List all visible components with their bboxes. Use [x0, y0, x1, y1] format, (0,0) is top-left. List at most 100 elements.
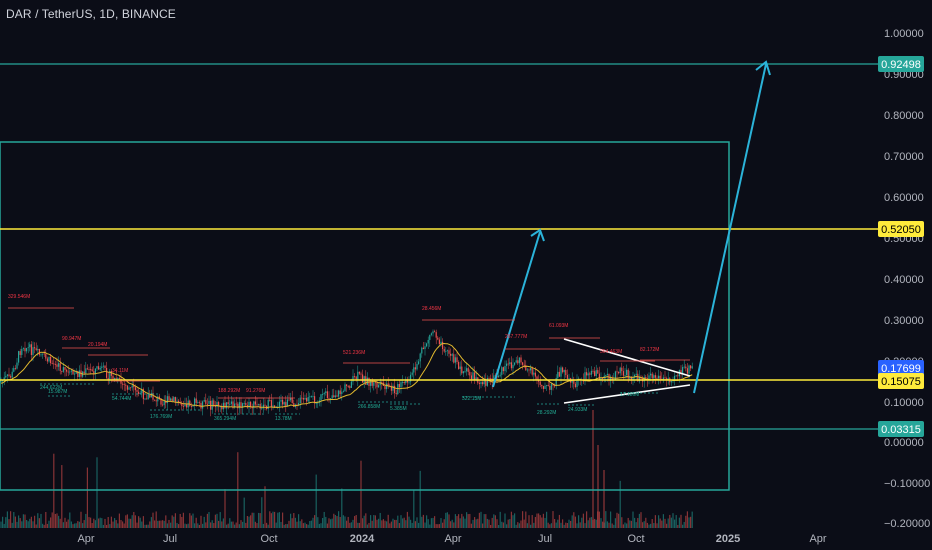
candle-body [331, 395, 333, 399]
volume-bar [310, 520, 312, 528]
candle-body [90, 369, 92, 371]
volume-bar [630, 520, 632, 528]
volume-bar [611, 523, 613, 528]
volume-bar [232, 521, 234, 528]
candle-body [653, 375, 655, 379]
annotation-label: 34.11M [112, 368, 128, 374]
candle-body [469, 371, 471, 376]
candle-body [566, 375, 568, 379]
candle-body [480, 382, 482, 384]
candle-body [46, 358, 48, 362]
volume-bar [470, 523, 472, 528]
volume-bar [536, 513, 538, 528]
candle-body [446, 350, 448, 352]
volume-bar [142, 516, 144, 528]
volume-bar [584, 523, 586, 528]
volume-bar [448, 514, 450, 528]
volume-bar [690, 516, 692, 528]
volume-bar [518, 523, 520, 528]
volume-bar [594, 518, 596, 528]
volume-bar [640, 512, 642, 528]
volume-bar [363, 515, 365, 528]
volume-bar [98, 518, 100, 528]
candle-body [309, 396, 311, 398]
volume-bar [45, 511, 47, 528]
candle-body [326, 391, 328, 399]
volume-bar [128, 518, 130, 528]
candle-body [176, 400, 178, 402]
volume-bar [603, 470, 605, 528]
volume-bar [571, 515, 573, 528]
annotation-label: 176.769M [150, 414, 172, 420]
candle-body [202, 401, 204, 409]
volume-bar [114, 518, 116, 528]
volume-bar [357, 522, 359, 528]
volume-bar [59, 518, 61, 528]
volume-bar [408, 516, 410, 528]
candle-body [174, 397, 176, 402]
candle-body [24, 348, 26, 352]
candle-body [442, 341, 444, 349]
candle-body [437, 337, 439, 340]
volume-bar [258, 512, 260, 528]
volume-bar [618, 513, 620, 528]
volume-bar [490, 524, 492, 528]
volume-bar [250, 515, 252, 528]
volume-bar [530, 524, 532, 528]
volume-bar [58, 515, 60, 528]
volume-bar [661, 520, 663, 528]
volume-bar [22, 514, 24, 528]
volume-bar [147, 524, 149, 528]
volume-bar [312, 517, 314, 528]
candle-body [67, 371, 69, 373]
volume-bar [158, 520, 160, 528]
candle-body [549, 385, 551, 390]
annotation-label: 329.546M [8, 294, 30, 300]
volume-bar [389, 523, 391, 528]
volume-bar [30, 516, 32, 528]
volume-bar [11, 522, 13, 528]
candle-body [510, 362, 512, 369]
volume-bar [499, 511, 501, 528]
volume-bar [342, 515, 344, 528]
volume-bar [491, 517, 493, 528]
candle-body [61, 370, 63, 372]
volume-bar [194, 523, 196, 528]
volume-bar [515, 524, 517, 528]
volume-bar [648, 524, 650, 528]
volume-bar [34, 515, 36, 528]
candle-body [558, 371, 560, 377]
candle-body [229, 403, 231, 405]
symbol-title[interactable]: DAR / TetherUS, 1D, BINANCE [6, 7, 176, 21]
volume-bar [579, 522, 581, 528]
volume-bar [510, 511, 512, 528]
volume-bar [627, 517, 629, 528]
candle-body [528, 369, 530, 371]
volume-bar [512, 515, 514, 528]
volume-bar [5, 517, 7, 528]
candle-body [400, 382, 402, 388]
candle-body [506, 363, 508, 366]
candle-body [659, 375, 661, 379]
volume-bar [174, 513, 176, 528]
candle-body [104, 365, 106, 368]
volume-bar [48, 520, 50, 528]
candle-body [451, 354, 453, 356]
volume-bar [96, 457, 98, 528]
candle-body [358, 371, 360, 374]
volume-bar [555, 522, 557, 528]
volume-bar [422, 514, 424, 528]
candle-body [91, 369, 93, 372]
volume-bar [514, 513, 516, 528]
volume-bar [178, 524, 180, 528]
volume-bar [528, 515, 530, 528]
price-badge-teal: 0.92498 [878, 56, 924, 72]
volume-bar [581, 517, 583, 528]
candle-body [162, 404, 164, 406]
candle-body [130, 387, 132, 389]
candle-body [203, 400, 205, 402]
candle-body [342, 391, 344, 393]
candle-body [690, 365, 692, 369]
volume-bar [299, 521, 301, 528]
price-chart[interactable]: 329.546M 90.947M 20.194M 34.11M 188.292M 91.2… [0, 0, 932, 550]
